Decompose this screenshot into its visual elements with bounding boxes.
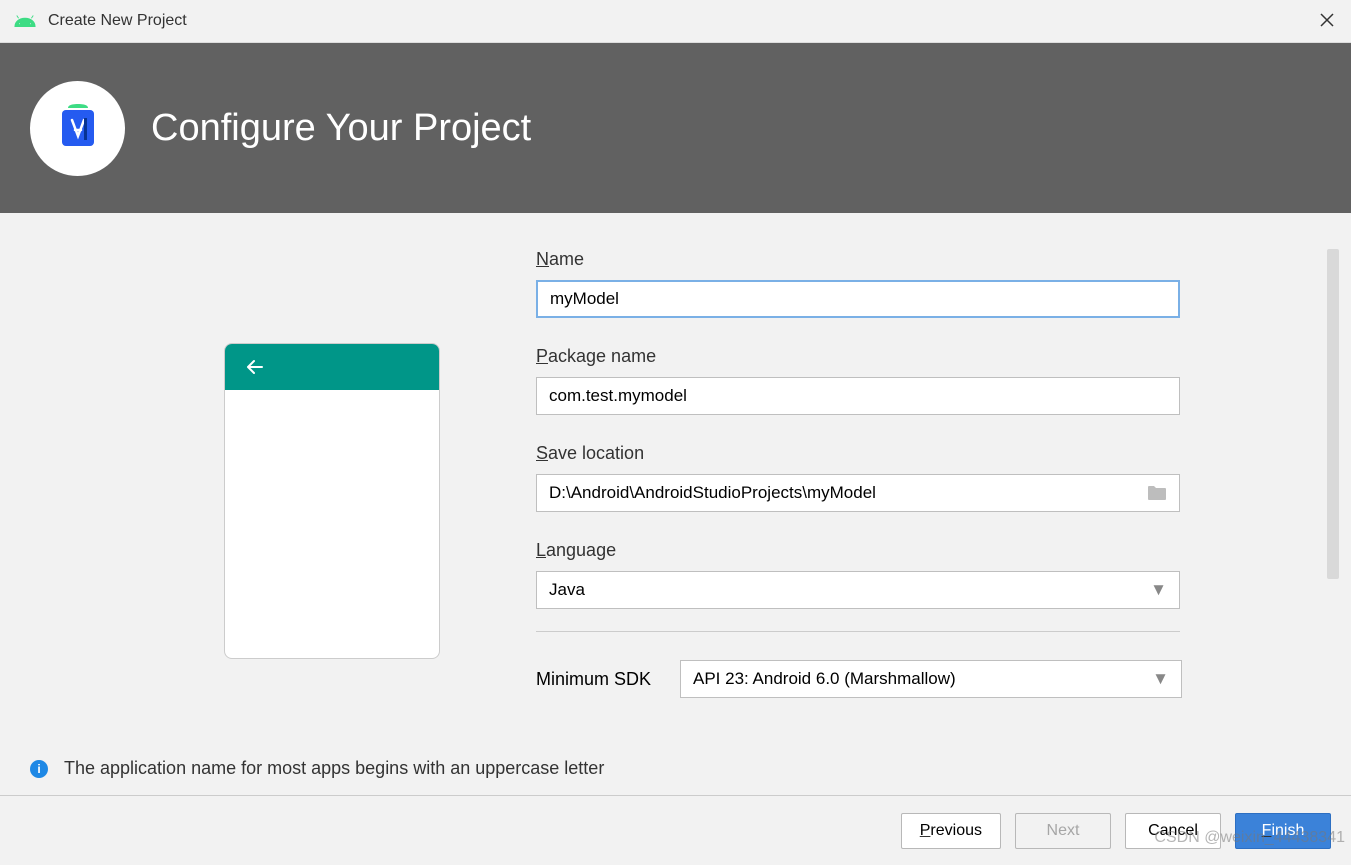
arrow-back-icon (243, 355, 267, 379)
hint-row: i The application name for most apps beg… (30, 758, 604, 779)
field-language: Language Java ▼ (536, 540, 1311, 609)
language-select[interactable]: Java ▼ (536, 571, 1180, 609)
previous-button[interactable]: Previous (901, 813, 1001, 849)
name-input[interactable] (550, 282, 1166, 316)
name-input-wrap[interactable] (536, 280, 1180, 318)
field-min-sdk: Minimum SDK API 23: Android 6.0 (Marshma… (536, 660, 1311, 698)
next-button: Next (1015, 813, 1111, 849)
language-label: Language (536, 540, 1311, 561)
chevron-down-icon: ▼ (1152, 669, 1169, 689)
template-preview (224, 343, 440, 659)
android-studio-icon (50, 100, 106, 156)
chevron-down-icon: ▼ (1150, 580, 1167, 600)
cancel-button[interactable]: Cancel (1125, 813, 1221, 849)
android-studio-badge (30, 81, 125, 176)
name-label: Name (536, 249, 1311, 270)
folder-icon[interactable] (1147, 485, 1167, 501)
form: Name Package name Save location L (536, 249, 1311, 698)
window-title: Create New Project (48, 12, 187, 30)
package-input[interactable] (549, 378, 1167, 414)
close-icon[interactable] (1317, 10, 1337, 30)
field-save-location: Save location (536, 443, 1311, 512)
scrollbar[interactable] (1327, 249, 1339, 579)
footer: Previous Next Cancel Finish (0, 795, 1351, 865)
android-icon (14, 14, 36, 28)
info-icon: i (30, 760, 48, 778)
preview-appbar (225, 344, 439, 390)
min-sdk-select[interactable]: API 23: Android 6.0 (Marshmallow) ▼ (680, 660, 1182, 698)
save-location-label: Save location (536, 443, 1311, 464)
divider (536, 631, 1180, 632)
min-sdk-label: Minimum SDK (536, 669, 662, 690)
hint-text: The application name for most apps begin… (64, 758, 604, 779)
package-label: Package name (536, 346, 1311, 367)
finish-button[interactable]: Finish (1235, 813, 1331, 849)
field-package: Package name (536, 346, 1311, 415)
header: Configure Your Project (0, 43, 1351, 213)
language-value: Java (549, 580, 585, 600)
package-input-wrap[interactable] (536, 377, 1180, 415)
save-location-input[interactable] (549, 475, 1139, 511)
page-title: Configure Your Project (151, 107, 531, 150)
field-name: Name (536, 249, 1311, 318)
save-location-input-wrap[interactable] (536, 474, 1180, 512)
titlebar: Create New Project (0, 0, 1351, 43)
min-sdk-value: API 23: Android 6.0 (Marshmallow) (693, 669, 956, 689)
body: Name Package name Save location L (0, 213, 1351, 795)
